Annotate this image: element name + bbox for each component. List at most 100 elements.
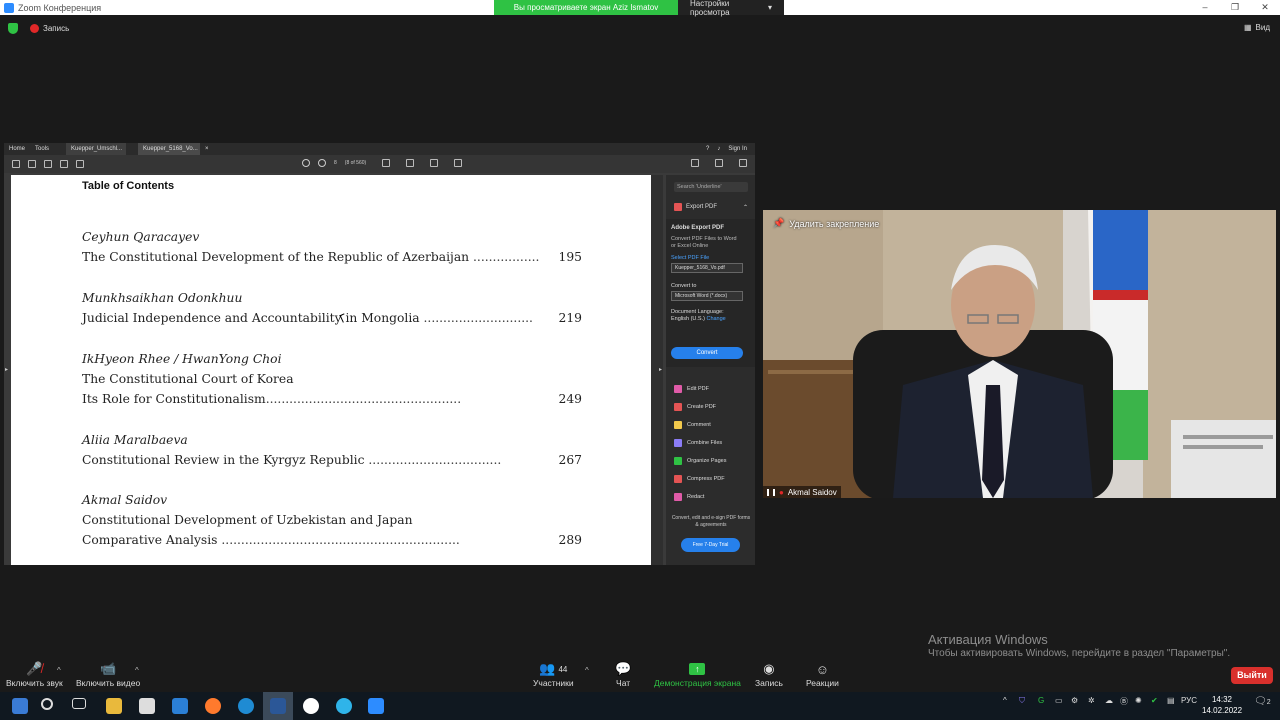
tray-settings-icon[interactable]: ⚙ — [1071, 696, 1078, 705]
fill-sign-icon[interactable] — [454, 159, 463, 167]
minimize-button[interactable]: ‒ — [1190, 0, 1220, 15]
tab-home[interactable]: Home — [4, 143, 30, 155]
next-page-icon[interactable] — [318, 159, 326, 167]
share-screen-button[interactable]: ↑ Демонстрация экрана — [654, 660, 741, 688]
tool-item[interactable]: Redact — [674, 488, 726, 506]
reactions-button[interactable]: ☺ Реакции — [806, 660, 839, 689]
tool-item[interactable]: Combine Files — [674, 434, 726, 452]
search-icon[interactable] — [41, 698, 53, 710]
file-explorer-icon[interactable] — [106, 698, 122, 714]
antivirus-icon[interactable]: ✔ — [1151, 696, 1158, 705]
collapse-panel-arrow-icon[interactable]: ▸ — [659, 366, 662, 373]
save-icon[interactable] — [12, 160, 20, 168]
sign-in-link[interactable]: Sign In — [728, 146, 747, 152]
toc-entry[interactable]: Ceyhun Qaracayev The Constitutional Devel… — [82, 227, 582, 267]
toc-entry[interactable]: Munkhsaikhan Odonkhuu Judicial Independen… — [82, 288, 582, 328]
selected-file-field[interactable]: Kuepper_5168_Vo.pdf — [671, 263, 743, 273]
toc-line: Judicial Independence and Accountability… — [82, 308, 582, 328]
close-tab-icon[interactable]: × — [200, 143, 214, 155]
view-button[interactable]: ▦ Вид — [1244, 23, 1270, 32]
network-icon[interactable]: ▤ — [1167, 696, 1175, 705]
tool-item[interactable]: Compress PDF — [674, 470, 726, 488]
toc-entry[interactable]: Akmal Saidov Constitutional Development o… — [82, 490, 582, 550]
unpin-video-button[interactable]: 📌 Удалить закрепление — [773, 218, 879, 229]
doc-lang-label: Document Language: — [671, 309, 724, 315]
tray-b-icon[interactable]: Ⓑ — [1120, 696, 1128, 707]
battery-icon[interactable]: ▭ — [1055, 696, 1063, 705]
unmute-button[interactable]: 🎤̸ Включить звук — [6, 660, 63, 688]
yandex-browser-icon[interactable] — [303, 698, 319, 714]
taskbar-clock[interactable]: 14:32 14.02.2022 — [1202, 694, 1242, 716]
change-language-link[interactable]: Change — [706, 316, 725, 322]
record-button[interactable]: ◉ Запись — [755, 660, 783, 688]
vpn-shield-icon[interactable]: ⛉ — [1019, 696, 1025, 706]
pen-icon[interactable] — [406, 159, 415, 167]
tab-document-2[interactable]: Kuepper_5168_Vo... — [138, 143, 201, 155]
participants-caret-icon[interactable]: ^ — [585, 666, 589, 675]
convert-button[interactable]: Convert — [671, 347, 743, 359]
toc-entry[interactable]: Aliia Maralbaeva Constitutional Review in… — [82, 430, 582, 470]
sign-icon[interactable] — [430, 159, 439, 167]
toc-line: Constitutional Development of Uzbekistan… — [82, 510, 582, 530]
convert-format-select[interactable]: Microsoft Word (*.docx) — [671, 291, 743, 301]
zoom-taskbar-icon[interactable] — [368, 698, 384, 714]
expand-left-arrow-icon[interactable]: ▸ — [5, 366, 8, 373]
bell-icon[interactable]: ♪ — [717, 146, 720, 152]
tool-item[interactable]: Organize Pages — [674, 452, 726, 470]
tray-app-icon[interactable]: G — [1038, 696, 1044, 705]
telegram-icon[interactable] — [336, 698, 352, 714]
video-options-caret-icon[interactable]: ^ — [135, 666, 139, 675]
print-icon[interactable] — [60, 160, 68, 168]
chat-button[interactable]: 💬 Чат — [615, 660, 631, 688]
tab-document-1[interactable]: Kuepper_Umschl... — [66, 143, 127, 155]
signal-bars-icon — [767, 488, 775, 496]
chevron-down-icon: ▾ — [767, 3, 772, 12]
help-icon[interactable]: ? — [706, 146, 709, 152]
search-icon[interactable] — [76, 160, 84, 168]
tray-bug-icon[interactable]: ✲ — [1088, 696, 1095, 705]
star-icon[interactable] — [28, 160, 36, 168]
tray-expand-icon[interactable]: ^ — [1003, 696, 1007, 705]
tool-item[interactable]: Create PDF — [674, 398, 726, 416]
upload-icon[interactable] — [44, 160, 52, 168]
notifications-icon[interactable]: 🗨2 — [1254, 696, 1271, 707]
tab-tools[interactable]: Tools — [30, 143, 54, 155]
word-icon[interactable] — [270, 698, 286, 714]
participants-button[interactable]: 👥 44 Участники — [533, 660, 574, 688]
export-pdf-header[interactable]: Export PDF ⌃ — [674, 203, 748, 211]
firefox-icon[interactable] — [205, 698, 221, 714]
prev-page-icon[interactable] — [302, 159, 310, 167]
select-file-link[interactable]: Select PDF File — [671, 255, 709, 261]
audio-options-caret-icon[interactable]: ^ — [57, 666, 61, 675]
tool-item[interactable]: Edit PDF — [674, 380, 726, 398]
task-view-icon[interactable] — [72, 698, 86, 709]
toc-leader-dots: ........................................… — [217, 533, 460, 547]
view-options-button[interactable]: Настройки просмотра ▾ — [678, 0, 784, 17]
start-video-button[interactable]: 📹 Включить видео — [76, 660, 140, 688]
tray-cloud-icon[interactable]: ☁ — [1105, 696, 1113, 705]
tool-item[interactable]: Comment — [674, 416, 726, 434]
leave-meeting-button[interactable]: Выйти — [1231, 667, 1273, 684]
mail-icon[interactable] — [715, 159, 723, 167]
free-trial-button[interactable]: Free 7-Day Trial — [681, 538, 740, 552]
recording-indicator[interactable]: Запись — [30, 24, 69, 33]
toc-line: Its Role for Constitutionalism..........… — [82, 389, 582, 409]
tool-icon — [674, 421, 682, 429]
security-shield-icon[interactable] — [8, 23, 18, 34]
tools-search-input[interactable]: Search 'Underline' — [674, 182, 748, 192]
account-icon[interactable] — [739, 159, 747, 167]
windows-start-icon[interactable] — [12, 698, 28, 714]
store-icon[interactable] — [139, 698, 155, 714]
mic-off-icon: 🎤̸ — [26, 661, 43, 676]
participant-video[interactable]: 📌 Удалить закрепление ● Akmal Saidov — [763, 210, 1276, 498]
toc-entry[interactable]: IkHyeon Rhee / HwanYong Choi The Constitu… — [82, 349, 582, 409]
comment-icon[interactable] — [382, 159, 391, 167]
edge-icon[interactable] — [238, 698, 254, 714]
close-button[interactable]: ✕ — [1250, 0, 1280, 15]
mail-icon[interactable] — [172, 698, 188, 714]
tray-gear-icon[interactable]: ✺ — [1135, 696, 1142, 705]
share-icon[interactable] — [691, 159, 699, 167]
maximize-button[interactable]: ❐ — [1220, 0, 1250, 15]
page-number-input[interactable]: 8 — [334, 160, 337, 166]
language-indicator[interactable]: РУС — [1181, 696, 1197, 705]
